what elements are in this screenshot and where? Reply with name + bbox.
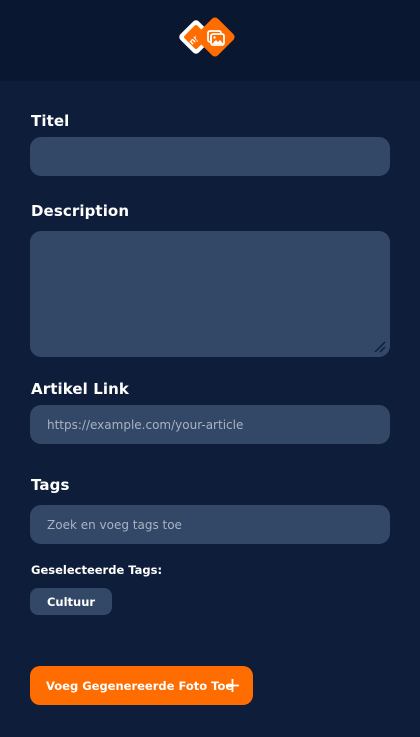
title-label: Titel (31, 112, 70, 130)
description-textarea[interactable] (30, 231, 390, 357)
title-input[interactable] (30, 137, 390, 176)
resize-handle-icon[interactable] (373, 340, 387, 354)
app-header: npo (0, 0, 420, 81)
tags-search-input[interactable] (30, 505, 390, 544)
plus-icon (226, 679, 239, 692)
npo-photo-logo-icon: npo (179, 17, 235, 57)
selected-tag-chip[interactable]: Cultuur (30, 588, 112, 615)
article-link-label: Artikel Link (31, 380, 129, 398)
description-label: Description (31, 202, 130, 220)
article-link-input[interactable] (30, 405, 390, 444)
selected-tags-label: Geselecteerde Tags: (31, 563, 163, 577)
tags-label: Tags (31, 476, 70, 494)
add-generated-photo-button[interactable]: Voeg Gegenereerde Foto Toe (30, 666, 253, 705)
add-generated-photo-label: Voeg Gegenereerde Foto Toe (46, 678, 234, 693)
